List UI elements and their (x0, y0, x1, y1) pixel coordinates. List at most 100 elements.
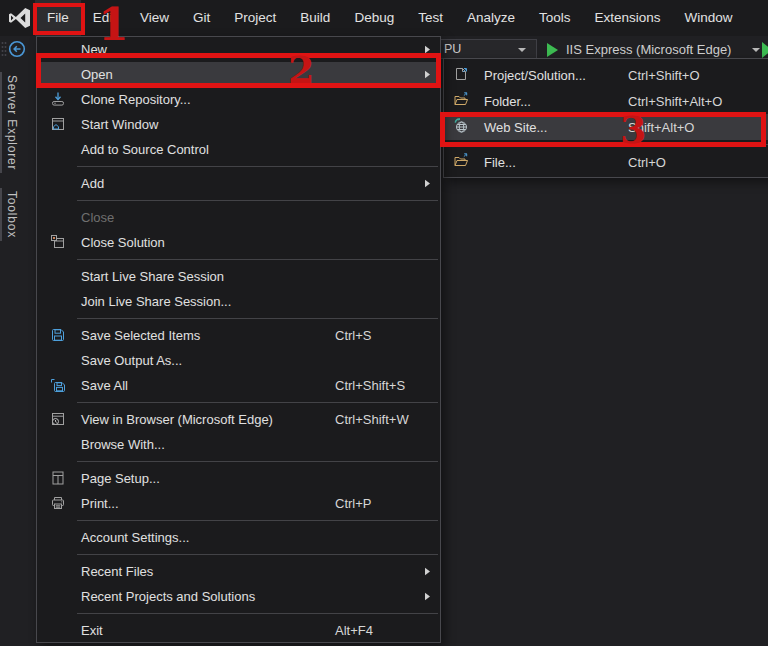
open-folder-icon (453, 92, 469, 108)
file-menu-item-exit[interactable]: Exit Alt+F4 (37, 618, 440, 643)
menu-item-label: Save Selected Items (81, 328, 200, 343)
menu-item-label: Recent Files (81, 564, 153, 579)
submenu-arrow-icon (424, 592, 431, 601)
submenu-arrow-icon (424, 70, 431, 79)
file-menu-item-close: Close (37, 205, 440, 230)
open-submenu-item-file[interactable]: File...Ctrl+O (444, 149, 768, 175)
menu-item-label: Open (81, 67, 113, 82)
menubar-item-debug[interactable]: Debug (342, 0, 406, 36)
view-in-browser-icon (50, 411, 66, 427)
file-menu-item-browse-with[interactable]: Browse With... (37, 432, 440, 457)
menu-separator (77, 554, 438, 555)
solution-platform-dropdown[interactable]: PU (433, 39, 537, 59)
menubar-item-tools[interactable]: Tools (527, 0, 583, 36)
menu-item-label: Print... (81, 496, 119, 511)
menu-item-label: Close (81, 210, 114, 225)
menu-item-label: Join Live Share Session... (81, 294, 231, 309)
file-menu-item-print[interactable]: Print...Ctrl+P (37, 491, 440, 516)
open-file-icon (453, 153, 469, 169)
run-target-label[interactable]: IIS Express (Microsoft Edge) (566, 40, 731, 60)
open-submenu-item-web-site[interactable]: Web Site... Shift+Alt+O (444, 114, 768, 140)
file-menu-item-close-solution[interactable]: Close Solution (37, 230, 440, 255)
file-menu-item-save-output-as[interactable]: Save Output As... (37, 348, 440, 373)
run-play-icon[interactable] (547, 43, 558, 57)
file-menu-item-recent-files[interactable]: Recent Files (37, 559, 440, 584)
menubar-item-git[interactable]: Git (181, 0, 222, 36)
menu-item-shortcut: Alt+F4 (335, 623, 373, 638)
file-menu-dropdown: New Open Clone Repository... Start Window Ad… (36, 36, 441, 643)
menu-item-label: Add (81, 176, 104, 191)
file-menu-item-start-window[interactable]: Start Window (37, 112, 440, 137)
save-icon (50, 327, 66, 343)
menu-separator (77, 318, 438, 319)
menu-item-label: File... (484, 155, 516, 170)
file-menu-item-view-in-browser-microsoft-edge[interactable]: View in Browser (Microsoft Edge) Ctrl+Shi… (37, 407, 440, 432)
menubar-item-build[interactable]: Build (288, 0, 342, 36)
clone-repository-icon (50, 91, 66, 107)
menu-item-label: Project/Solution... (484, 68, 586, 83)
menu-bar: FileEditViewGitProjectBuildDebugTestAnal… (0, 0, 768, 36)
file-menu-item-add[interactable]: Add (37, 171, 440, 196)
menubar-item-file[interactable]: File (35, 0, 81, 36)
file-menu-item-join-live-share-session[interactable]: Join Live Share Session... (37, 289, 440, 314)
menu-item-label: Recent Projects and Solutions (81, 589, 255, 604)
menubar-item-test[interactable]: Test (406, 0, 455, 36)
file-menu-item-account-settings[interactable]: Account Settings... (37, 525, 440, 550)
file-menu-item-open[interactable]: Open (37, 62, 440, 87)
menubar-item-edit[interactable]: Edit (81, 0, 128, 36)
menu-separator (77, 402, 438, 403)
menu-item-shortcut: Ctrl+Shift+Alt+O (628, 94, 722, 109)
menu-item-label: Exit (81, 623, 103, 638)
menu-item-label: Start Window (81, 117, 158, 132)
menu-item-label: Web Site... (484, 120, 547, 135)
menu-item-shortcut: Shift+Alt+O (628, 120, 694, 135)
navigate-back-icon[interactable] (8, 40, 26, 58)
menu-separator (77, 200, 438, 201)
menu-item-label: Folder... (484, 94, 531, 109)
sidebar-tab-server-explorer[interactable]: Server Explorer (0, 72, 21, 173)
menu-item-label: Start Live Share Session (81, 269, 224, 284)
file-menu-item-recent-projects-and-solutions[interactable]: Recent Projects and Solutions (37, 584, 440, 609)
menubar-item-view[interactable]: View (128, 0, 181, 36)
close-solution-icon (50, 234, 66, 250)
web-site-icon (453, 118, 469, 134)
submenu-arrow-icon (424, 45, 431, 54)
page-setup-icon (50, 470, 66, 486)
submenu-arrow-icon (424, 567, 431, 576)
file-menu-item-new[interactable]: New (37, 37, 440, 62)
menu-item-label: New (81, 42, 107, 57)
menu-item-label: Page Setup... (81, 471, 160, 486)
menu-item-label: View in Browser (Microsoft Edge) (81, 412, 273, 427)
menu-item-shortcut: Ctrl+Shift+W (335, 412, 409, 427)
save-all-icon (50, 377, 66, 393)
menubar-item-analyze[interactable]: Analyze (455, 0, 527, 36)
menu-item-label: Close Solution (81, 235, 165, 250)
start-window-icon (50, 116, 66, 132)
chevron-down-icon (518, 48, 526, 52)
menubar-item-project[interactable]: Project (222, 0, 288, 36)
file-menu-item-clone-repository[interactable]: Clone Repository... (37, 87, 440, 112)
open-submenu-item-folder[interactable]: Folder... Ctrl+Shift+Alt+O (444, 88, 768, 114)
file-menu-item-add-to-source-control[interactable]: Add to Source Control (37, 137, 440, 162)
menu-item-label: Clone Repository... (81, 92, 191, 107)
menu-separator (77, 259, 438, 260)
sidebar-tab-toolbox[interactable]: Toolbox (0, 188, 21, 241)
toolbar-grip-icon (1, 41, 7, 57)
menubar-item-extensions[interactable]: Extensions (583, 0, 673, 36)
file-menu-item-start-live-share-session[interactable]: Start Live Share Session (37, 264, 440, 289)
menu-item-shortcut: Ctrl+S (335, 328, 371, 343)
menu-separator (480, 144, 768, 145)
submenu-arrow-icon (424, 179, 431, 188)
visual-studio-logo-icon (8, 6, 32, 30)
toolbar-green-icon[interactable] (762, 42, 768, 58)
file-menu-item-page-setup[interactable]: Page Setup... (37, 466, 440, 491)
run-target-chevron-down-icon[interactable] (752, 48, 760, 52)
menu-item-label: Save Output As... (81, 353, 182, 368)
menu-item-shortcut: Ctrl+Shift+S (335, 378, 405, 393)
solution-platform-value: PU (444, 42, 461, 56)
menubar-item-window[interactable]: Window (673, 0, 745, 36)
file-menu-item-save-selected-items[interactable]: Save Selected Items Ctrl+S (37, 323, 440, 348)
file-menu-item-save-all[interactable]: Save AllCtrl+Shift+S (37, 373, 440, 398)
menu-separator (77, 613, 438, 614)
open-submenu-item-project-solution[interactable]: Project/Solution...Ctrl+Shift+O (444, 62, 768, 88)
